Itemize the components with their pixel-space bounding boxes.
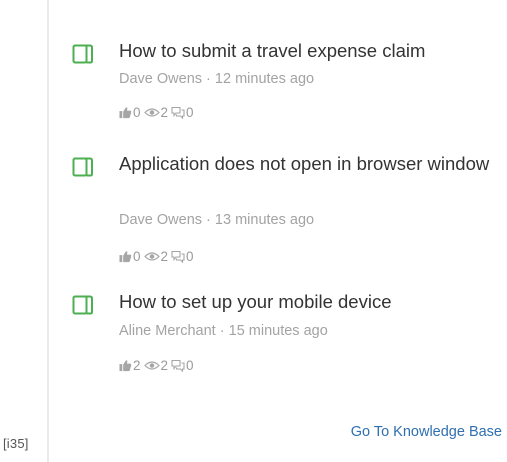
- meta-separator: ·: [206, 71, 211, 87]
- eye-icon: [143, 108, 160, 117]
- likes-count: 0: [133, 249, 141, 264]
- article-age: 12 minutes ago: [214, 71, 315, 87]
- article-meta: Dave Owens · 13 minutes ago: [119, 212, 314, 228]
- book-icon: [72, 295, 93, 315]
- go-to-knowledge-base-link[interactable]: Go To Knowledge Base: [351, 424, 502, 440]
- article-author[interactable]: Dave Owens: [119, 71, 202, 87]
- article-stats: 0 2 0: [119, 105, 197, 120]
- likes-count: 2: [133, 358, 141, 373]
- comments-count: 0: [186, 105, 194, 120]
- article-title[interactable]: How to submit a travel expense claim: [119, 37, 499, 64]
- thumbs-up-icon[interactable]: [119, 250, 132, 263]
- views-count: 2: [160, 249, 169, 264]
- eye-icon: [143, 252, 160, 261]
- meta-separator: ·: [206, 212, 211, 228]
- article-author[interactable]: Aline Merchant: [119, 323, 216, 339]
- article-item[interactable]: How to set up your mobile device Aline M…: [72, 288, 502, 388]
- article-title[interactable]: How to set up your mobile device: [119, 288, 499, 315]
- article-title[interactable]: Application does not open in browser win…: [119, 150, 499, 177]
- comments-count: 0: [186, 358, 194, 373]
- views-count: 2: [160, 105, 169, 120]
- article-stats: 0 2 0: [119, 249, 197, 264]
- likes-count: 0: [133, 105, 141, 120]
- article-item[interactable]: How to submit a travel expense claim Dav…: [72, 37, 502, 137]
- meta-separator: ·: [219, 323, 225, 339]
- comments-count: 0: [186, 249, 194, 264]
- comment-icon[interactable]: [171, 106, 185, 119]
- comment-icon[interactable]: [171, 250, 185, 263]
- article-author[interactable]: Dave Owens: [119, 212, 202, 228]
- book-icon: [72, 44, 93, 64]
- thumbs-up-icon[interactable]: [119, 359, 132, 372]
- article-meta: Aline Merchant · 15 minutes ago: [119, 323, 328, 339]
- book-icon: [72, 157, 93, 177]
- article-item[interactable]: Application does not open in browser win…: [72, 150, 502, 275]
- thumbs-up-icon[interactable]: [119, 106, 132, 119]
- comment-icon[interactable]: [171, 359, 185, 372]
- article-age: 13 minutes ago: [214, 212, 315, 228]
- left-divider: [47, 0, 49, 462]
- eye-icon: [143, 361, 160, 370]
- article-meta: Dave Owens · 12 minutes ago: [119, 71, 314, 87]
- article-stats: 2 2 0: [119, 358, 197, 373]
- views-count: 2: [160, 358, 169, 373]
- corner-label: [i35]: [3, 436, 29, 451]
- article-age: 15 minutes ago: [228, 323, 328, 339]
